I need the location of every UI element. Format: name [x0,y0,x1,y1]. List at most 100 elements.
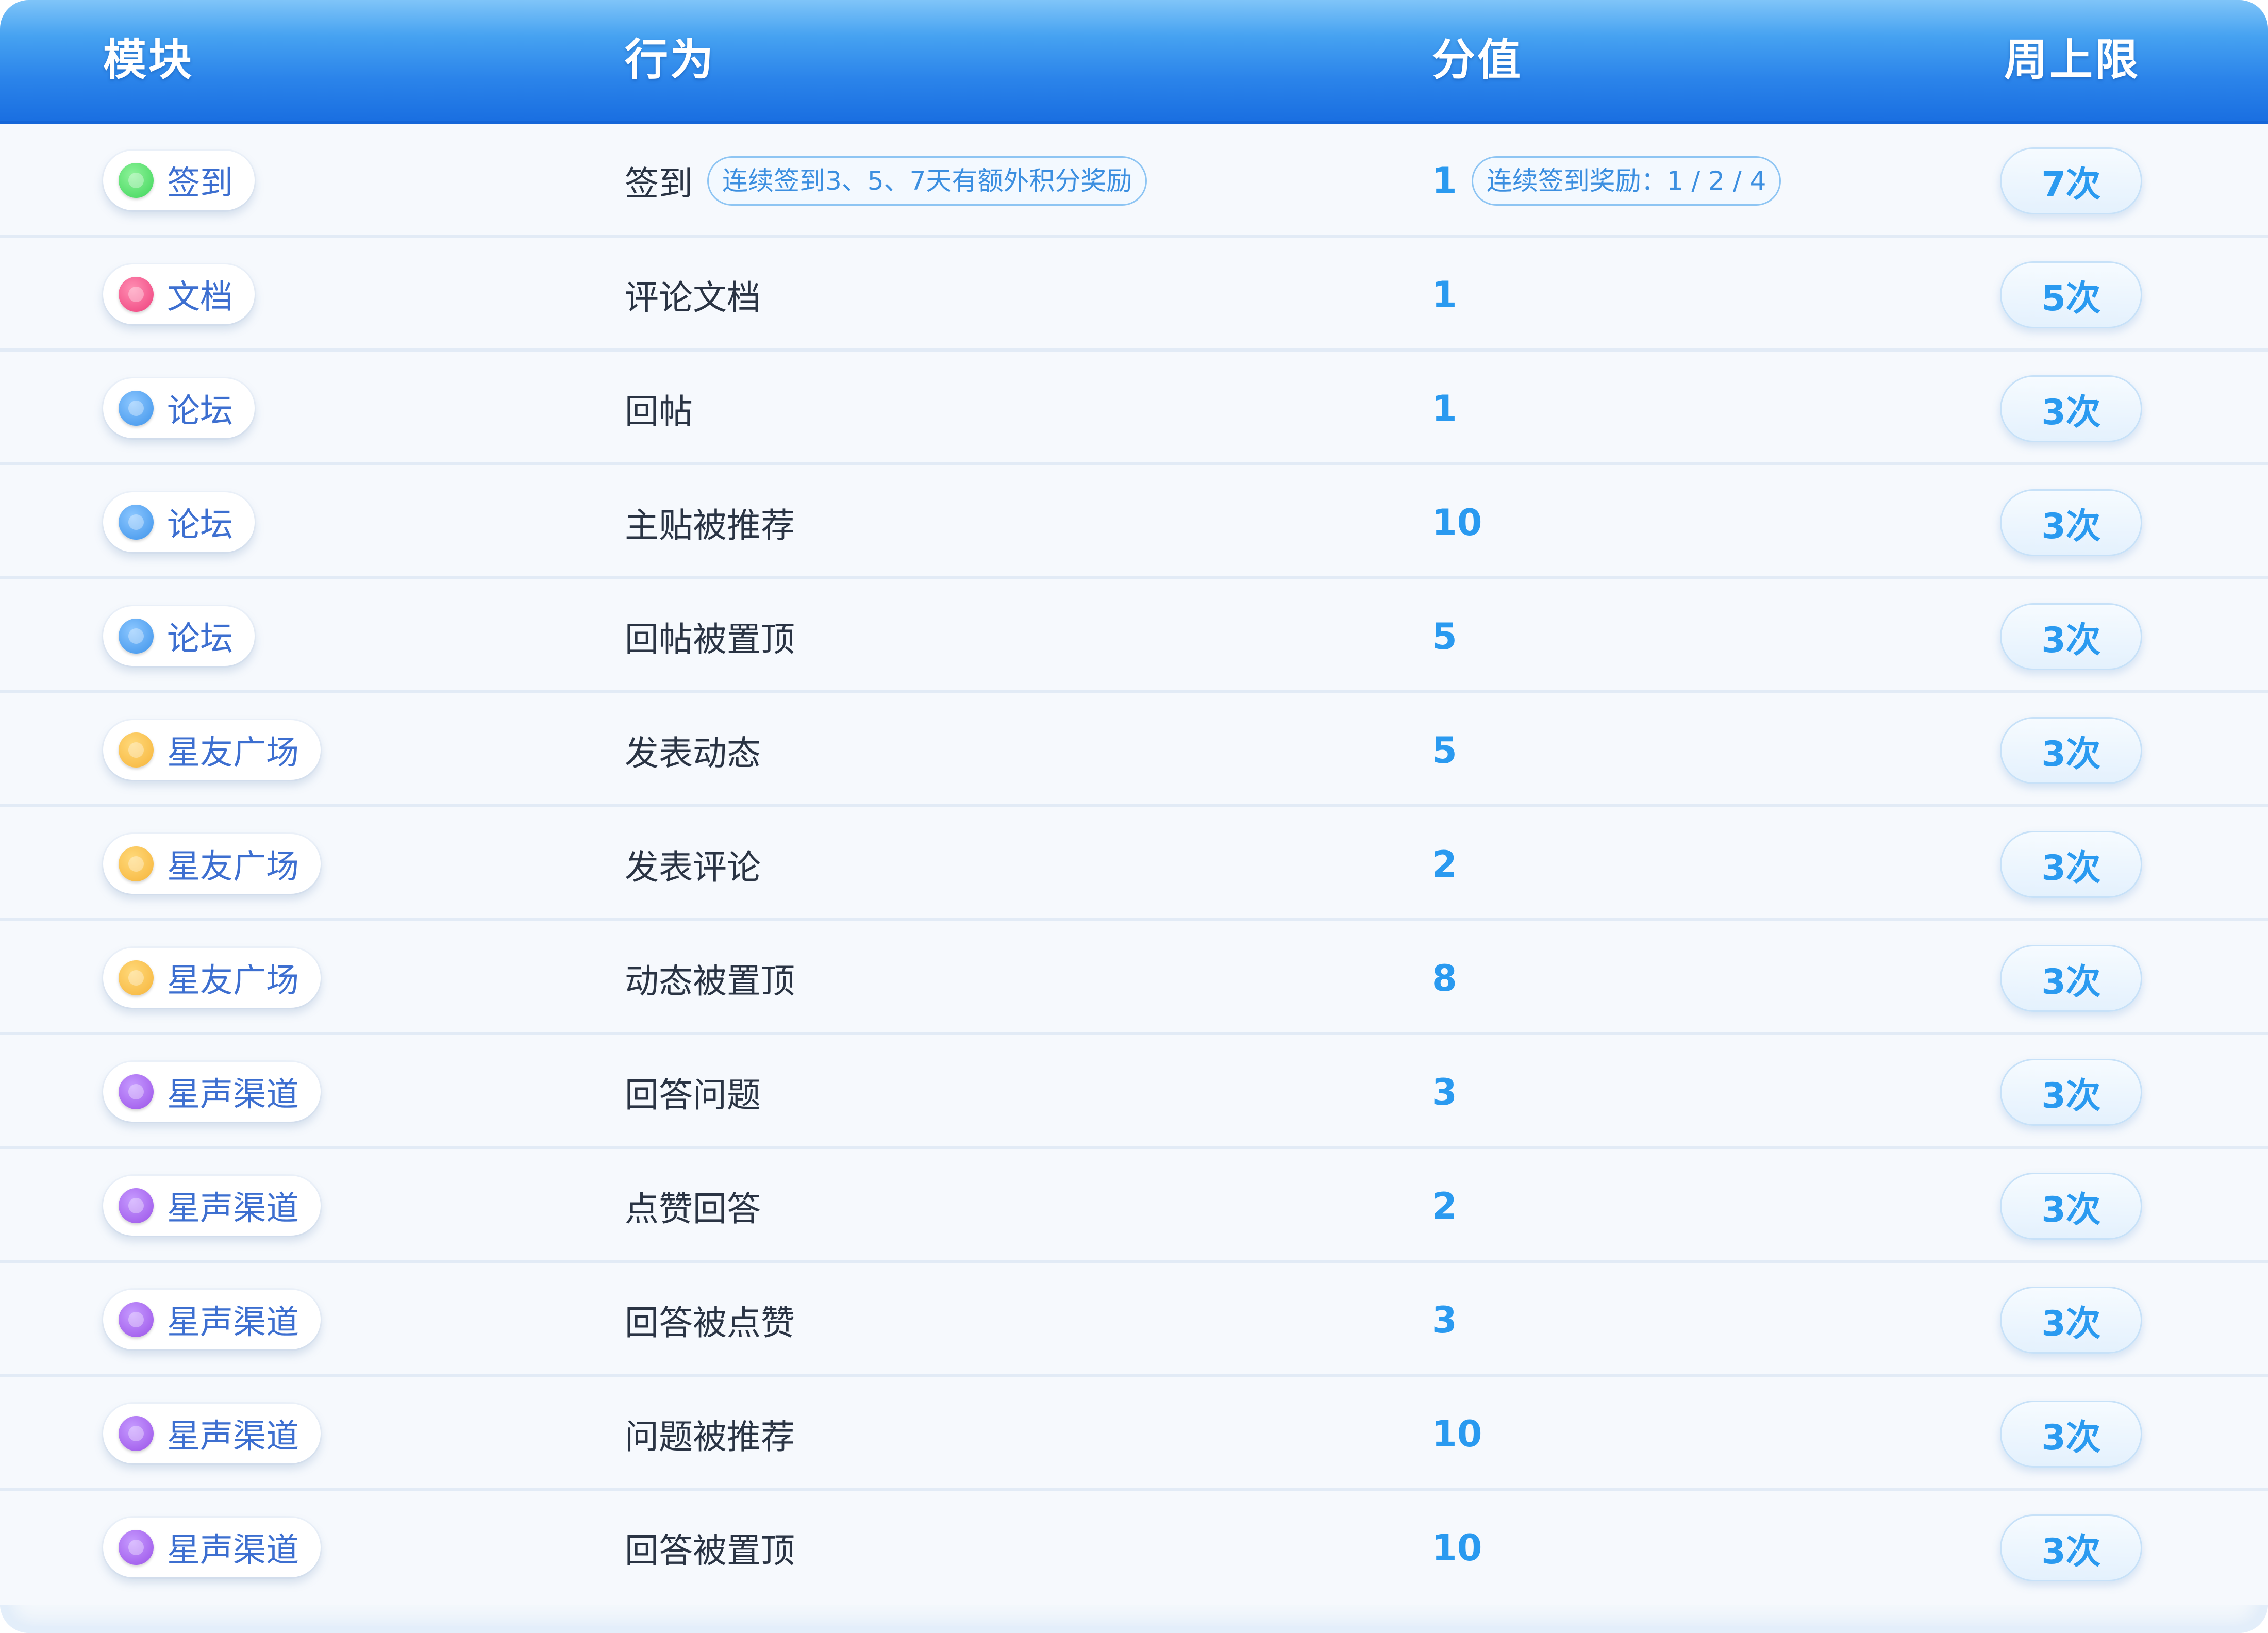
score-cell: 10 [1432,465,1482,579]
score-value: 5 [1432,615,1457,658]
action-label: 主贴被推荐 [625,505,795,545]
table-header: 模块 行为 分值 周上限 [0,0,2268,124]
weekly-limit-badge: 3次 [2000,831,2142,898]
module-label: 签到 [167,164,233,203]
module-tag: 星声渠道 [103,1062,321,1122]
action-label: 问题被推荐 [625,1417,795,1457]
module-tag: 论坛 [103,378,255,438]
action-cell: 点赞回答 [625,1149,761,1263]
weekly-limit-badge: 3次 [2000,1401,2142,1468]
module-tag: 星友广场 [103,948,321,1008]
score-value: 1 [1432,273,1457,316]
table-row: 签到 签到 连续签到3、5、7天有额外积分奖励 1 连续签到奖励：1 / 2 /… [0,124,2268,238]
module-tag: 论坛 [103,606,255,666]
weekly-limit-badge: 3次 [2000,945,2142,1012]
module-dot-icon [119,505,154,540]
action-cell: 发表动态 [625,693,761,807]
weekly-limit-badge: 3次 [2000,375,2142,442]
weekly-limit-badge: 3次 [2000,1173,2142,1240]
score-value: 1 [1432,159,1457,202]
table-row: 论坛 主贴被推荐 10 3次 [0,465,2268,579]
score-cell: 1 连续签到奖励：1 / 2 / 4 [1432,124,1781,238]
score-cell: 3 [1432,1263,1457,1377]
table-row: 星声渠道 回答被置顶 10 3次 [0,1491,2268,1605]
module-dot-icon [119,619,154,654]
module-label: 星声渠道 [167,1418,299,1456]
score-cell: 1 [1432,352,1457,465]
score-value: 8 [1432,957,1457,999]
module-dot-icon [119,277,154,312]
table-row: 星友广场 动态被置顶 8 3次 [0,921,2268,1035]
action-label: 发表评论 [625,847,761,887]
score-cell: 10 [1432,1377,1482,1491]
score-value: 10 [1432,501,1482,544]
action-cell: 回答被点赞 [625,1263,795,1377]
module-dot-icon [119,391,154,426]
table-row: 文档 评论文档 1 5次 [0,238,2268,352]
module-dot-icon [119,960,154,995]
column-header-action: 行为 [625,35,716,85]
module-tag: 星声渠道 [103,1290,321,1349]
score-cell: 5 [1432,693,1457,807]
action-cell: 回帖 [625,352,693,465]
action-cell: 回帖被置顶 [625,579,795,693]
score-value: 10 [1432,1526,1482,1569]
table-row: 星声渠道 问题被推荐 10 3次 [0,1377,2268,1491]
module-dot-icon [119,1416,154,1451]
action-label: 评论文档 [625,277,761,318]
module-label: 星友广场 [167,734,299,772]
action-label: 发表动态 [625,733,761,773]
action-cell: 动态被置顶 [625,921,795,1035]
module-tag: 星友广场 [103,720,321,780]
module-dot-icon [119,1302,154,1337]
action-label: 回答被置顶 [625,1530,795,1571]
table-row: 论坛 回帖被置顶 5 3次 [0,579,2268,693]
action-note-badge: 连续签到3、5、7天有额外积分奖励 [707,156,1147,206]
action-cell: 问题被推荐 [625,1377,795,1491]
weekly-limit-badge: 3次 [2000,1514,2142,1581]
table-row: 星友广场 发表动态 5 3次 [0,693,2268,807]
module-label: 星声渠道 [167,1076,299,1114]
weekly-limit-badge: 3次 [2000,603,2142,670]
score-value: 5 [1432,729,1457,772]
table-row: 星声渠道 回答被点赞 3 3次 [0,1263,2268,1377]
action-cell: 发表评论 [625,807,761,921]
score-value: 3 [1432,1071,1457,1113]
module-tag: 星声渠道 [103,1176,321,1236]
module-tag: 论坛 [103,492,255,552]
action-label: 回帖 [625,391,693,431]
score-value: 3 [1432,1298,1457,1341]
module-tag: 签到 [103,151,255,210]
module-label: 星友广场 [167,962,299,1000]
module-label: 文档 [167,278,233,316]
module-label: 星友广场 [167,848,299,886]
weekly-limit-badge: 3次 [2000,1059,2142,1126]
module-label: 论坛 [167,392,233,430]
score-cell: 8 [1432,921,1457,1035]
module-tag: 星友广场 [103,834,321,894]
module-tag: 星声渠道 [103,1404,321,1463]
module-tag: 文档 [103,264,255,324]
score-cell: 5 [1432,579,1457,693]
score-cell: 1 [1432,238,1457,352]
score-cell: 10 [1432,1491,1482,1605]
weekly-limit-badge: 7次 [2000,147,2142,214]
module-label: 论坛 [167,620,233,658]
module-dot-icon [119,846,154,881]
column-header-score: 分值 [1432,35,1523,85]
score-cell: 2 [1432,807,1457,921]
action-cell: 评论文档 [625,238,761,352]
action-label: 点赞回答 [625,1189,761,1229]
table-row: 论坛 回帖 1 3次 [0,352,2268,465]
module-dot-icon [119,1530,154,1565]
score-value: 10 [1432,1412,1482,1455]
score-note-badge: 连续签到奖励：1 / 2 / 4 [1471,156,1781,206]
points-rules-table: 模块 行为 分值 周上限 签到 签到 连续签到3、5、7天有额外积分奖励 1 连… [0,0,2268,1633]
weekly-limit-badge: 3次 [2000,489,2142,556]
action-cell: 签到 连续签到3、5、7天有额外积分奖励 [625,124,1147,238]
table-row: 星友广场 发表评论 2 3次 [0,807,2268,921]
table-body: 签到 签到 连续签到3、5、7天有额外积分奖励 1 连续签到奖励：1 / 2 /… [0,124,2268,1605]
module-dot-icon [119,163,154,198]
action-label: 回答问题 [625,1075,761,1115]
weekly-limit-badge: 3次 [2000,1287,2142,1354]
